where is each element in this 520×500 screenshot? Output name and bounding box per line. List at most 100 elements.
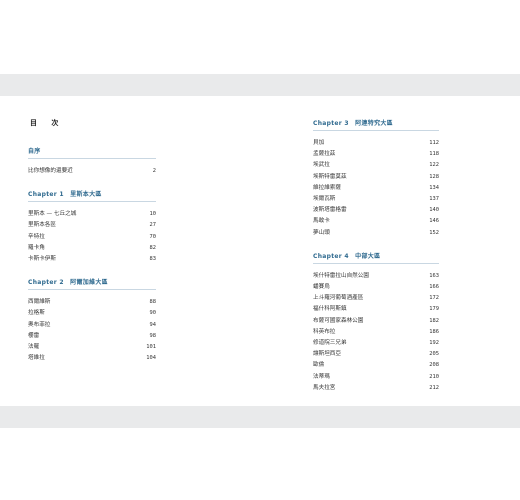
entry-page: 210: [429, 373, 439, 380]
toc-entry[interactable]: 西爾維斯 88: [28, 297, 156, 308]
entry-page: 104: [146, 355, 156, 362]
toc-entry[interactable]: 維拉維索薩 134: [313, 183, 439, 194]
toc-entry[interactable]: 辛特拉 70: [28, 232, 156, 243]
toc-entry[interactable]: 櫻雷 98: [28, 331, 156, 342]
entry-title: 比你想像的還要近: [28, 168, 73, 174]
entry-page: 98: [149, 332, 157, 339]
toc-entry[interactable]: 拉格斯 90: [28, 308, 156, 319]
entry-title: 蟠賽烏: [313, 284, 330, 291]
entry-title: 辛特拉: [28, 233, 45, 240]
entry-page: 172: [429, 295, 439, 302]
section-chapter-2: Chapter 2 阿爾加維大區 西爾維斯 88 拉格斯 90 奧布菲拉 94 櫻雷 9…: [28, 277, 156, 364]
entry-title: 塔維拉: [28, 355, 45, 362]
section-heading: Chapter 2 阿爾加維大區: [28, 277, 156, 291]
entry-title: 奧布菲拉: [28, 321, 51, 328]
entry-page: 82: [149, 244, 157, 251]
entry-title: 埃什特雷拉山自然公園: [313, 272, 369, 279]
toc-entry[interactable]: 孟薩拉茲 118: [313, 149, 439, 160]
toc-entry[interactable]: 夢山頭 152: [313, 228, 439, 239]
toc-left-column: 目 次 自序 比你想像的還要近 2 Chapter 1 里斯本大區 里斯本 — …: [28, 118, 156, 364]
toc-entry[interactable]: 埃斯特雷莫茲 128: [313, 172, 439, 183]
entry-title: 拉格斯: [28, 310, 45, 317]
toc-entry[interactable]: 法蒂瑪 210: [313, 372, 439, 383]
entry-page: 94: [149, 321, 157, 328]
entry-page: 137: [429, 196, 439, 203]
toc-entry[interactable]: 卡斯卡伊斯 83: [28, 254, 156, 265]
entry-title: 福什科阿斯鎮: [313, 306, 347, 313]
toc-right-column: Chapter 3 阿連特究大區 貝加 112 孟薩拉茲 118 埃武拉 122 埃斯…: [313, 118, 439, 394]
toc-entry[interactable]: 福什科阿斯鎮 179: [313, 304, 439, 315]
toc-entry[interactable]: 馬夫拉宮 212: [313, 383, 439, 394]
entry-page: 83: [149, 256, 157, 263]
entry-title: 歐倫: [313, 362, 325, 369]
top-gray-band: [0, 74, 520, 96]
entry-page: 212: [429, 384, 439, 391]
toc-entry[interactable]: 修道院三兄弟 192: [313, 338, 439, 349]
toc-entry[interactable]: 埃爾瓦斯 137: [313, 194, 439, 205]
toc-entry[interactable]: 里斯本各區 27: [28, 220, 156, 231]
entry-title: 維拉維索薩: [313, 184, 341, 191]
toc-entry[interactable]: 布薩可國家森林公園 182: [313, 316, 439, 327]
toc-entry[interactable]: 歐倫 208: [313, 360, 439, 371]
entry-page: 134: [429, 184, 439, 191]
section-heading: Chapter 4 中部大區: [313, 251, 439, 264]
entry-title: 上斗羅河葡萄酒產區: [313, 295, 364, 302]
section-chapter-3: Chapter 3 阿連特究大區 貝加 112 孟薩拉茲 118 埃武拉 122 埃斯…: [313, 118, 439, 239]
toc-entry[interactable]: 馬敢卡 146: [313, 216, 439, 227]
entry-title: 科英布拉: [313, 328, 336, 335]
toc-entry[interactable]: 貝加 112: [313, 138, 439, 149]
toc-entry[interactable]: 埃武拉 122: [313, 160, 439, 171]
entry-page: 2: [152, 168, 156, 174]
entry-page: 112: [429, 140, 439, 146]
entry-page: 179: [429, 306, 439, 313]
toc-entry[interactable]: 法羅 101: [28, 342, 156, 353]
entry-title: 羅卡角: [28, 244, 45, 251]
entry-page: 118: [429, 151, 439, 158]
entry-title: 馬夫拉宮: [313, 384, 336, 391]
toc-entry[interactable]: 讓斯坦西亞 205: [313, 349, 439, 360]
entry-page: 163: [429, 272, 439, 279]
entry-title: 修道院三兄弟: [313, 340, 347, 347]
entry-page: 208: [429, 362, 439, 369]
entry-page: 88: [149, 299, 157, 306]
section-heading: Chapter 3 阿連特究大區: [313, 118, 439, 131]
entry-page: 122: [429, 162, 439, 169]
toc-entry[interactable]: 比你想像的還要近 2: [28, 166, 156, 177]
entry-title: 波斯塔雷格雷: [313, 207, 347, 214]
entry-title: 夢山頭: [313, 229, 330, 236]
toc-entry[interactable]: 里斯本 — 七丘之城 10: [28, 209, 156, 220]
toc-entry[interactable]: 奧布菲拉 94: [28, 320, 156, 331]
entry-title: 布薩可國家森林公園: [313, 317, 364, 324]
entry-title: 埃武拉: [313, 162, 330, 169]
toc-entry[interactable]: 塔維拉 104: [28, 353, 156, 364]
toc-title: 目 次: [30, 119, 65, 127]
entry-page: 140: [429, 207, 439, 214]
entry-title: 法羅: [28, 344, 40, 351]
section-chapter-1: Chapter 1 里斯本大區 里斯本 — 七丘之城 10 里斯本各區 27 辛特拉…: [28, 189, 156, 265]
entry-page: 152: [429, 229, 439, 236]
toc-entry[interactable]: 波斯塔雷格雷 140: [313, 205, 439, 216]
entry-title: 里斯本各區: [28, 222, 56, 229]
entry-title: 馬敢卡: [313, 218, 330, 225]
entry-page: 192: [429, 340, 439, 347]
entry-title: 孟薩拉茲: [313, 151, 336, 158]
entry-page: 205: [429, 351, 439, 358]
toc-entry[interactable]: 上斗羅河葡萄酒產區 172: [313, 293, 439, 304]
toc-entry[interactable]: 羅卡角 82: [28, 243, 156, 254]
entry-title: 貝加: [313, 140, 325, 146]
entry-title: 埃斯特雷莫茲: [313, 173, 347, 180]
section-preface: 自序 比你想像的還要近 2: [28, 146, 156, 177]
entry-page: 146: [429, 218, 439, 225]
section-chapter-4: Chapter 4 中部大區 埃什特雷拉山自然公園 163 蟠賽烏 166 上斗羅河…: [313, 251, 439, 394]
entry-title: 法蒂瑪: [313, 373, 330, 380]
entry-page: 27: [149, 222, 157, 229]
toc-entry[interactable]: 埃什特雷拉山自然公園 163: [313, 271, 439, 282]
entry-title: 卡斯卡伊斯: [28, 256, 56, 263]
toc-entry[interactable]: 科英布拉 186: [313, 327, 439, 338]
bottom-gray-band: [0, 406, 520, 428]
toc-entry[interactable]: 蟠賽烏 166: [313, 282, 439, 293]
entry-title: 西爾維斯: [28, 299, 51, 306]
section-heading: Chapter 1 里斯本大區: [28, 189, 156, 203]
entry-title: 櫻雷: [28, 332, 40, 339]
entry-page: 128: [429, 173, 439, 180]
